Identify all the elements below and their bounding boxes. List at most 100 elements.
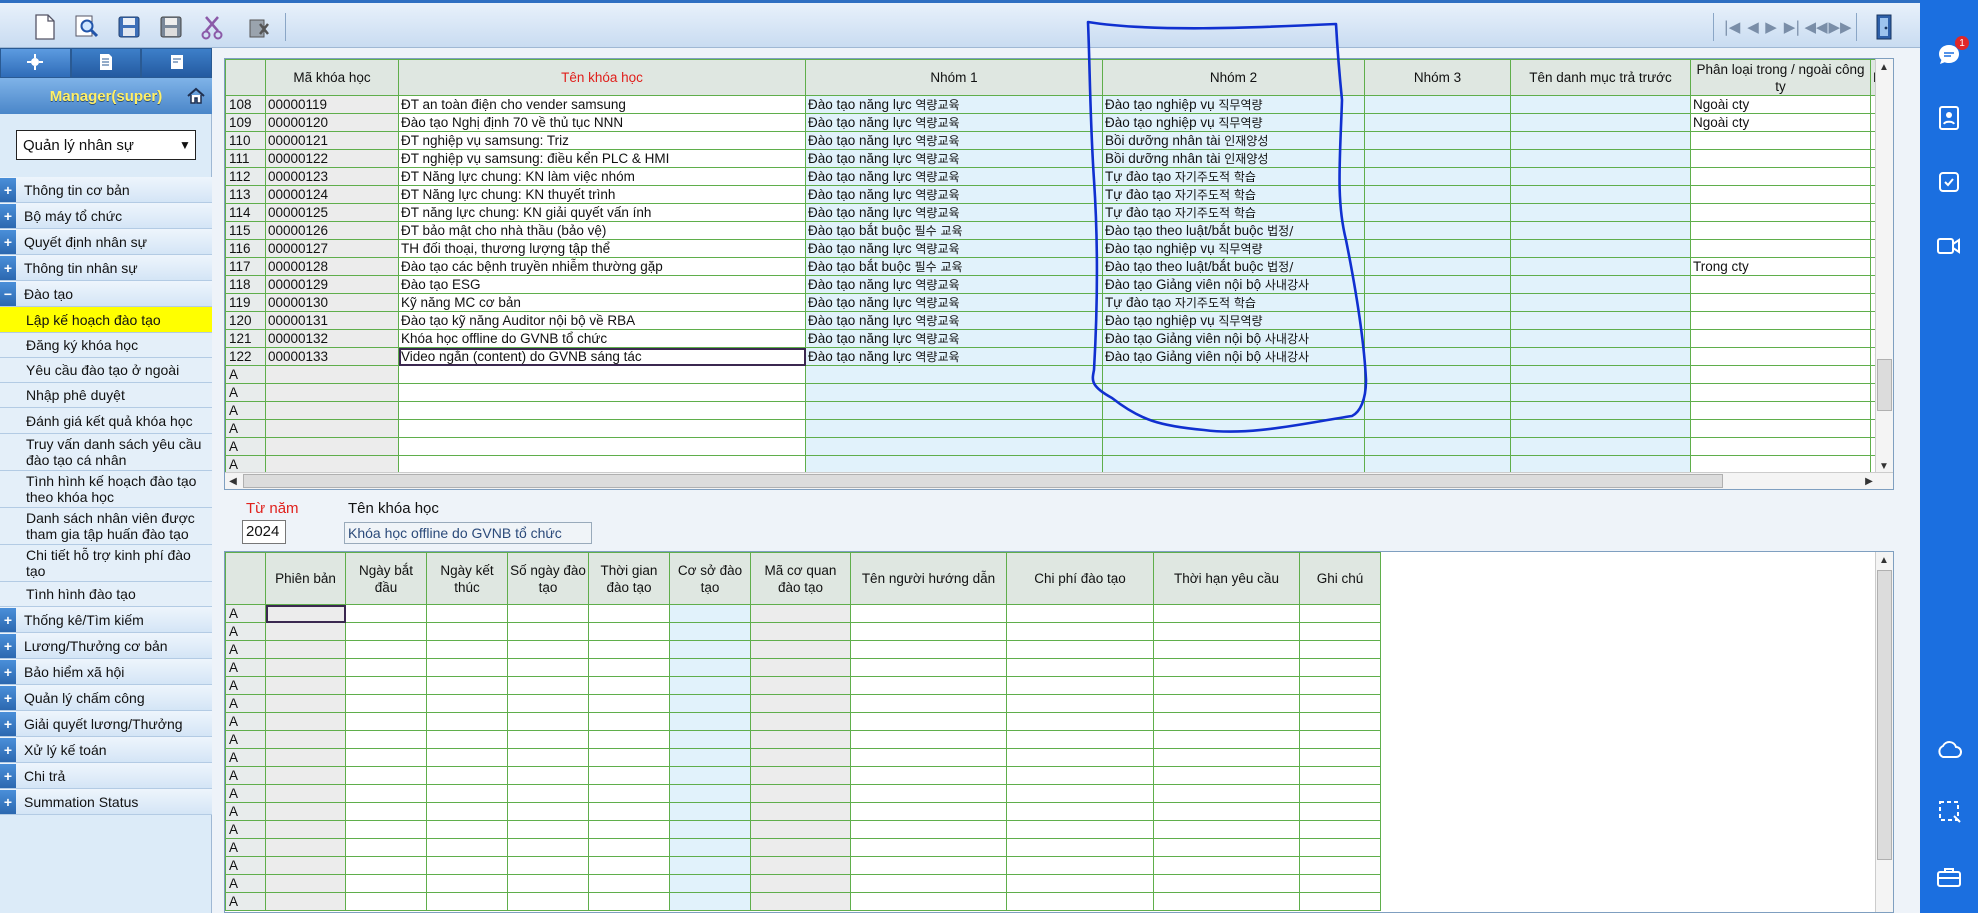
cell-course-name[interactable]: ĐT nghiệp vụ samsung: điều kển PLC & HMI bbox=[398, 149, 806, 168]
cell-training-days[interactable] bbox=[507, 658, 589, 677]
empty-cell[interactable] bbox=[1690, 419, 1871, 438]
cell-training-facility[interactable] bbox=[669, 676, 751, 695]
empty-row[interactable]: A bbox=[225, 401, 1886, 420]
cell-start-date[interactable] bbox=[345, 820, 427, 839]
cell-request-deadline[interactable] bbox=[1153, 694, 1300, 713]
empty-cell[interactable] bbox=[1510, 419, 1691, 438]
cell-group2[interactable]: Bồi dưỡng nhân tài 인재양성 bbox=[1102, 131, 1365, 150]
cell-prepaid-category[interactable] bbox=[1510, 113, 1691, 132]
cell-version[interactable] bbox=[265, 730, 346, 749]
cell-group1[interactable]: Đào tạo năng lực 역량교육 bbox=[805, 131, 1103, 150]
cell-course-code[interactable]: 00000132 bbox=[265, 329, 399, 348]
empty-cell[interactable] bbox=[1510, 365, 1691, 384]
cell-training-facility[interactable] bbox=[669, 838, 751, 857]
cell-training-cost[interactable] bbox=[1006, 640, 1154, 659]
cell-institution-code[interactable] bbox=[750, 712, 851, 731]
cell-instructor-name[interactable] bbox=[850, 802, 1007, 821]
col-header-training-days[interactable]: Số ngày đào tạo bbox=[507, 552, 589, 605]
empty-row[interactable]: A bbox=[225, 455, 1886, 474]
table-row[interactable]: A bbox=[225, 622, 1381, 641]
cell-training-time[interactable] bbox=[588, 784, 670, 803]
empty-row[interactable]: A bbox=[225, 437, 1886, 456]
cell-training-cost[interactable] bbox=[1006, 676, 1154, 695]
empty-cell[interactable] bbox=[265, 365, 399, 384]
cell-course-code[interactable]: 00000131 bbox=[265, 311, 399, 330]
cell-version[interactable] bbox=[265, 640, 346, 659]
cell-version[interactable] bbox=[265, 892, 346, 911]
row-marker[interactable]: A bbox=[225, 676, 266, 695]
cell-instructor-name[interactable] bbox=[850, 604, 1007, 623]
empty-cell[interactable] bbox=[1510, 401, 1691, 420]
table-row[interactable]: A bbox=[225, 604, 1381, 623]
submenu-course-registration[interactable]: Đăng ký khóa học bbox=[0, 333, 212, 358]
col-header-instructor-name[interactable]: Tên người hướng dẫn bbox=[850, 552, 1007, 605]
horizontal-scrollbar[interactable]: ◀ ▶ bbox=[225, 472, 1893, 489]
cell-request-deadline[interactable] bbox=[1153, 712, 1300, 731]
cell-group1[interactable]: Đào tạo bắt buộc 필수 교육 bbox=[805, 221, 1103, 240]
cell-group1[interactable]: Đào tạo năng lực 역량교육 bbox=[805, 293, 1103, 312]
cell-training-days[interactable] bbox=[507, 892, 589, 911]
submenu-trainee-list[interactable]: Danh sách nhân viên được tham gia tập hu… bbox=[0, 508, 212, 545]
cell-notes[interactable] bbox=[1299, 640, 1381, 659]
cell-training-days[interactable] bbox=[507, 730, 589, 749]
empty-cell[interactable] bbox=[398, 383, 806, 402]
cell-internal-external[interactable]: Trong cty bbox=[1690, 257, 1871, 276]
row-marker[interactable]: A bbox=[225, 766, 266, 785]
cell-course-name[interactable]: ĐT Năng lực chung: KN thuyết trình bbox=[398, 185, 806, 204]
cell-institution-code[interactable] bbox=[750, 838, 851, 857]
cell-course-name[interactable]: ĐT bảo mật cho nhà thầu (bảo vệ) bbox=[398, 221, 806, 240]
cell-group2[interactable]: Tự đào tạo 자기주도적 학습 bbox=[1102, 203, 1365, 222]
col-header-start-date[interactable]: Ngày bắt đầu bbox=[345, 552, 427, 605]
cell-training-time[interactable] bbox=[588, 766, 670, 785]
cell-course-code[interactable]: 00000119 bbox=[265, 95, 399, 114]
cell-training-time[interactable] bbox=[588, 640, 670, 659]
cell-training-cost[interactable] bbox=[1006, 820, 1154, 839]
row-marker[interactable]: A bbox=[225, 748, 266, 767]
row-marker[interactable]: A bbox=[225, 856, 266, 875]
menu-item-employee-info[interactable]: + Thông tin nhân sự bbox=[0, 255, 212, 281]
table-row[interactable]: A bbox=[225, 892, 1381, 911]
cell-course-name[interactable]: Đào tạo ESG bbox=[398, 275, 806, 294]
cell-instructor-name[interactable] bbox=[850, 712, 1007, 731]
row-marker[interactable]: A bbox=[225, 401, 266, 420]
cell-prepaid-category[interactable] bbox=[1510, 257, 1691, 276]
row-marker[interactable]: A bbox=[225, 892, 266, 911]
cell-course-code[interactable]: 00000128 bbox=[265, 257, 399, 276]
cell-institution-code[interactable] bbox=[750, 640, 851, 659]
cell-institution-code[interactable] bbox=[750, 820, 851, 839]
cell-version[interactable] bbox=[265, 856, 346, 875]
cell-training-time[interactable] bbox=[588, 712, 670, 731]
cell-group2[interactable]: Đào tạo Giảng viên nội bộ 사내강사 bbox=[1102, 275, 1365, 294]
table-row[interactable]: A bbox=[225, 748, 1381, 767]
cell-course-code[interactable]: 00000121 bbox=[265, 131, 399, 150]
row-marker[interactable]: A bbox=[225, 820, 266, 839]
cell-start-date[interactable] bbox=[345, 802, 427, 821]
cell-group3[interactable] bbox=[1364, 185, 1511, 204]
cell-training-days[interactable] bbox=[507, 622, 589, 641]
cell-training-time[interactable] bbox=[588, 748, 670, 767]
empty-cell[interactable] bbox=[265, 437, 399, 456]
empty-cell[interactable] bbox=[1690, 383, 1871, 402]
cell-course-name[interactable]: ĐT Năng lực chung: KN làm việc nhóm bbox=[398, 167, 806, 186]
table-row[interactable]: 110 00000121 ĐT nghiệp vụ samsung: Triz Đào… bbox=[225, 131, 1886, 150]
cell-instructor-name[interactable] bbox=[850, 874, 1007, 893]
cell-training-days[interactable] bbox=[507, 820, 589, 839]
cell-instructor-name[interactable] bbox=[850, 892, 1007, 911]
cell-training-facility[interactable] bbox=[669, 874, 751, 893]
cell-request-deadline[interactable] bbox=[1153, 766, 1300, 785]
cell-end-date[interactable] bbox=[426, 730, 508, 749]
cell-training-days[interactable] bbox=[507, 874, 589, 893]
empty-cell[interactable] bbox=[805, 419, 1103, 438]
cell-start-date[interactable] bbox=[345, 712, 427, 731]
cell-training-days[interactable] bbox=[507, 694, 589, 713]
cell-group3[interactable] bbox=[1364, 311, 1511, 330]
cell-request-deadline[interactable] bbox=[1153, 640, 1300, 659]
cell-training-facility[interactable] bbox=[669, 802, 751, 821]
vertical-scrollbar[interactable]: ▲ bbox=[1875, 552, 1893, 912]
col-header-training-facility[interactable]: Cơ sở đào tạo bbox=[669, 552, 751, 605]
cell-request-deadline[interactable] bbox=[1153, 892, 1300, 911]
cell-training-days[interactable] bbox=[507, 640, 589, 659]
cell-training-facility[interactable] bbox=[669, 712, 751, 731]
cell-internal-external[interactable]: Ngoài cty bbox=[1690, 113, 1871, 132]
cell-institution-code[interactable] bbox=[750, 676, 851, 695]
